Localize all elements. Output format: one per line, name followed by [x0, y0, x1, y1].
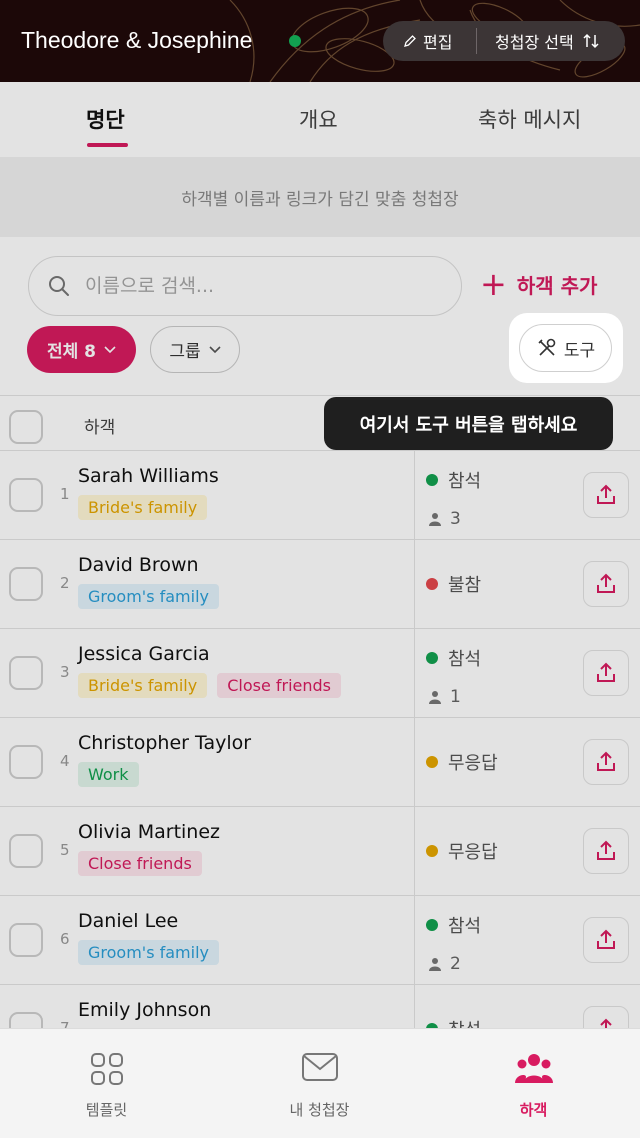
tools-button[interactable]: 도구	[519, 324, 612, 372]
status-dot	[289, 35, 301, 47]
tools-label: 도구	[563, 340, 596, 361]
coach-tooltip: 여기서 도구 버튼을 탭하세요	[324, 397, 613, 450]
invitation-title: Theodore & Josephine	[21, 27, 253, 53]
sort-arrows-icon	[583, 33, 599, 49]
app-header: Theodore & Josephine 편집 청첩장 선택	[0, 0, 640, 82]
tools-icon	[538, 338, 556, 356]
nav-templates-label: 템플릿	[85, 1101, 128, 1119]
nav-my-invitation[interactable]: 내 청첩장	[213, 1029, 426, 1138]
nav-guests[interactable]: 하객	[427, 1029, 640, 1138]
envelope-icon	[301, 1053, 338, 1081]
nav-my-invitation-label: 내 청첩장	[289, 1101, 350, 1119]
select-invitation-button[interactable]: 청첩장 선택	[477, 29, 600, 53]
edit-label: 편집	[423, 33, 453, 52]
template-grid-icon	[90, 1053, 123, 1085]
nav-guests-label: 하객	[519, 1101, 548, 1119]
coach-overlay[interactable]	[0, 82, 640, 1138]
nav-templates[interactable]: 템플릿	[0, 1029, 213, 1138]
pencil-icon	[404, 35, 416, 47]
edit-button[interactable]: 편집	[383, 29, 476, 53]
guests-icon	[514, 1054, 553, 1083]
header-actions: 편집 청첩장 선택	[383, 21, 625, 61]
select-label: 청첩장 선택	[495, 33, 574, 52]
bottom-navigation: 템플릿 내 청첩장 하객	[0, 1028, 640, 1138]
